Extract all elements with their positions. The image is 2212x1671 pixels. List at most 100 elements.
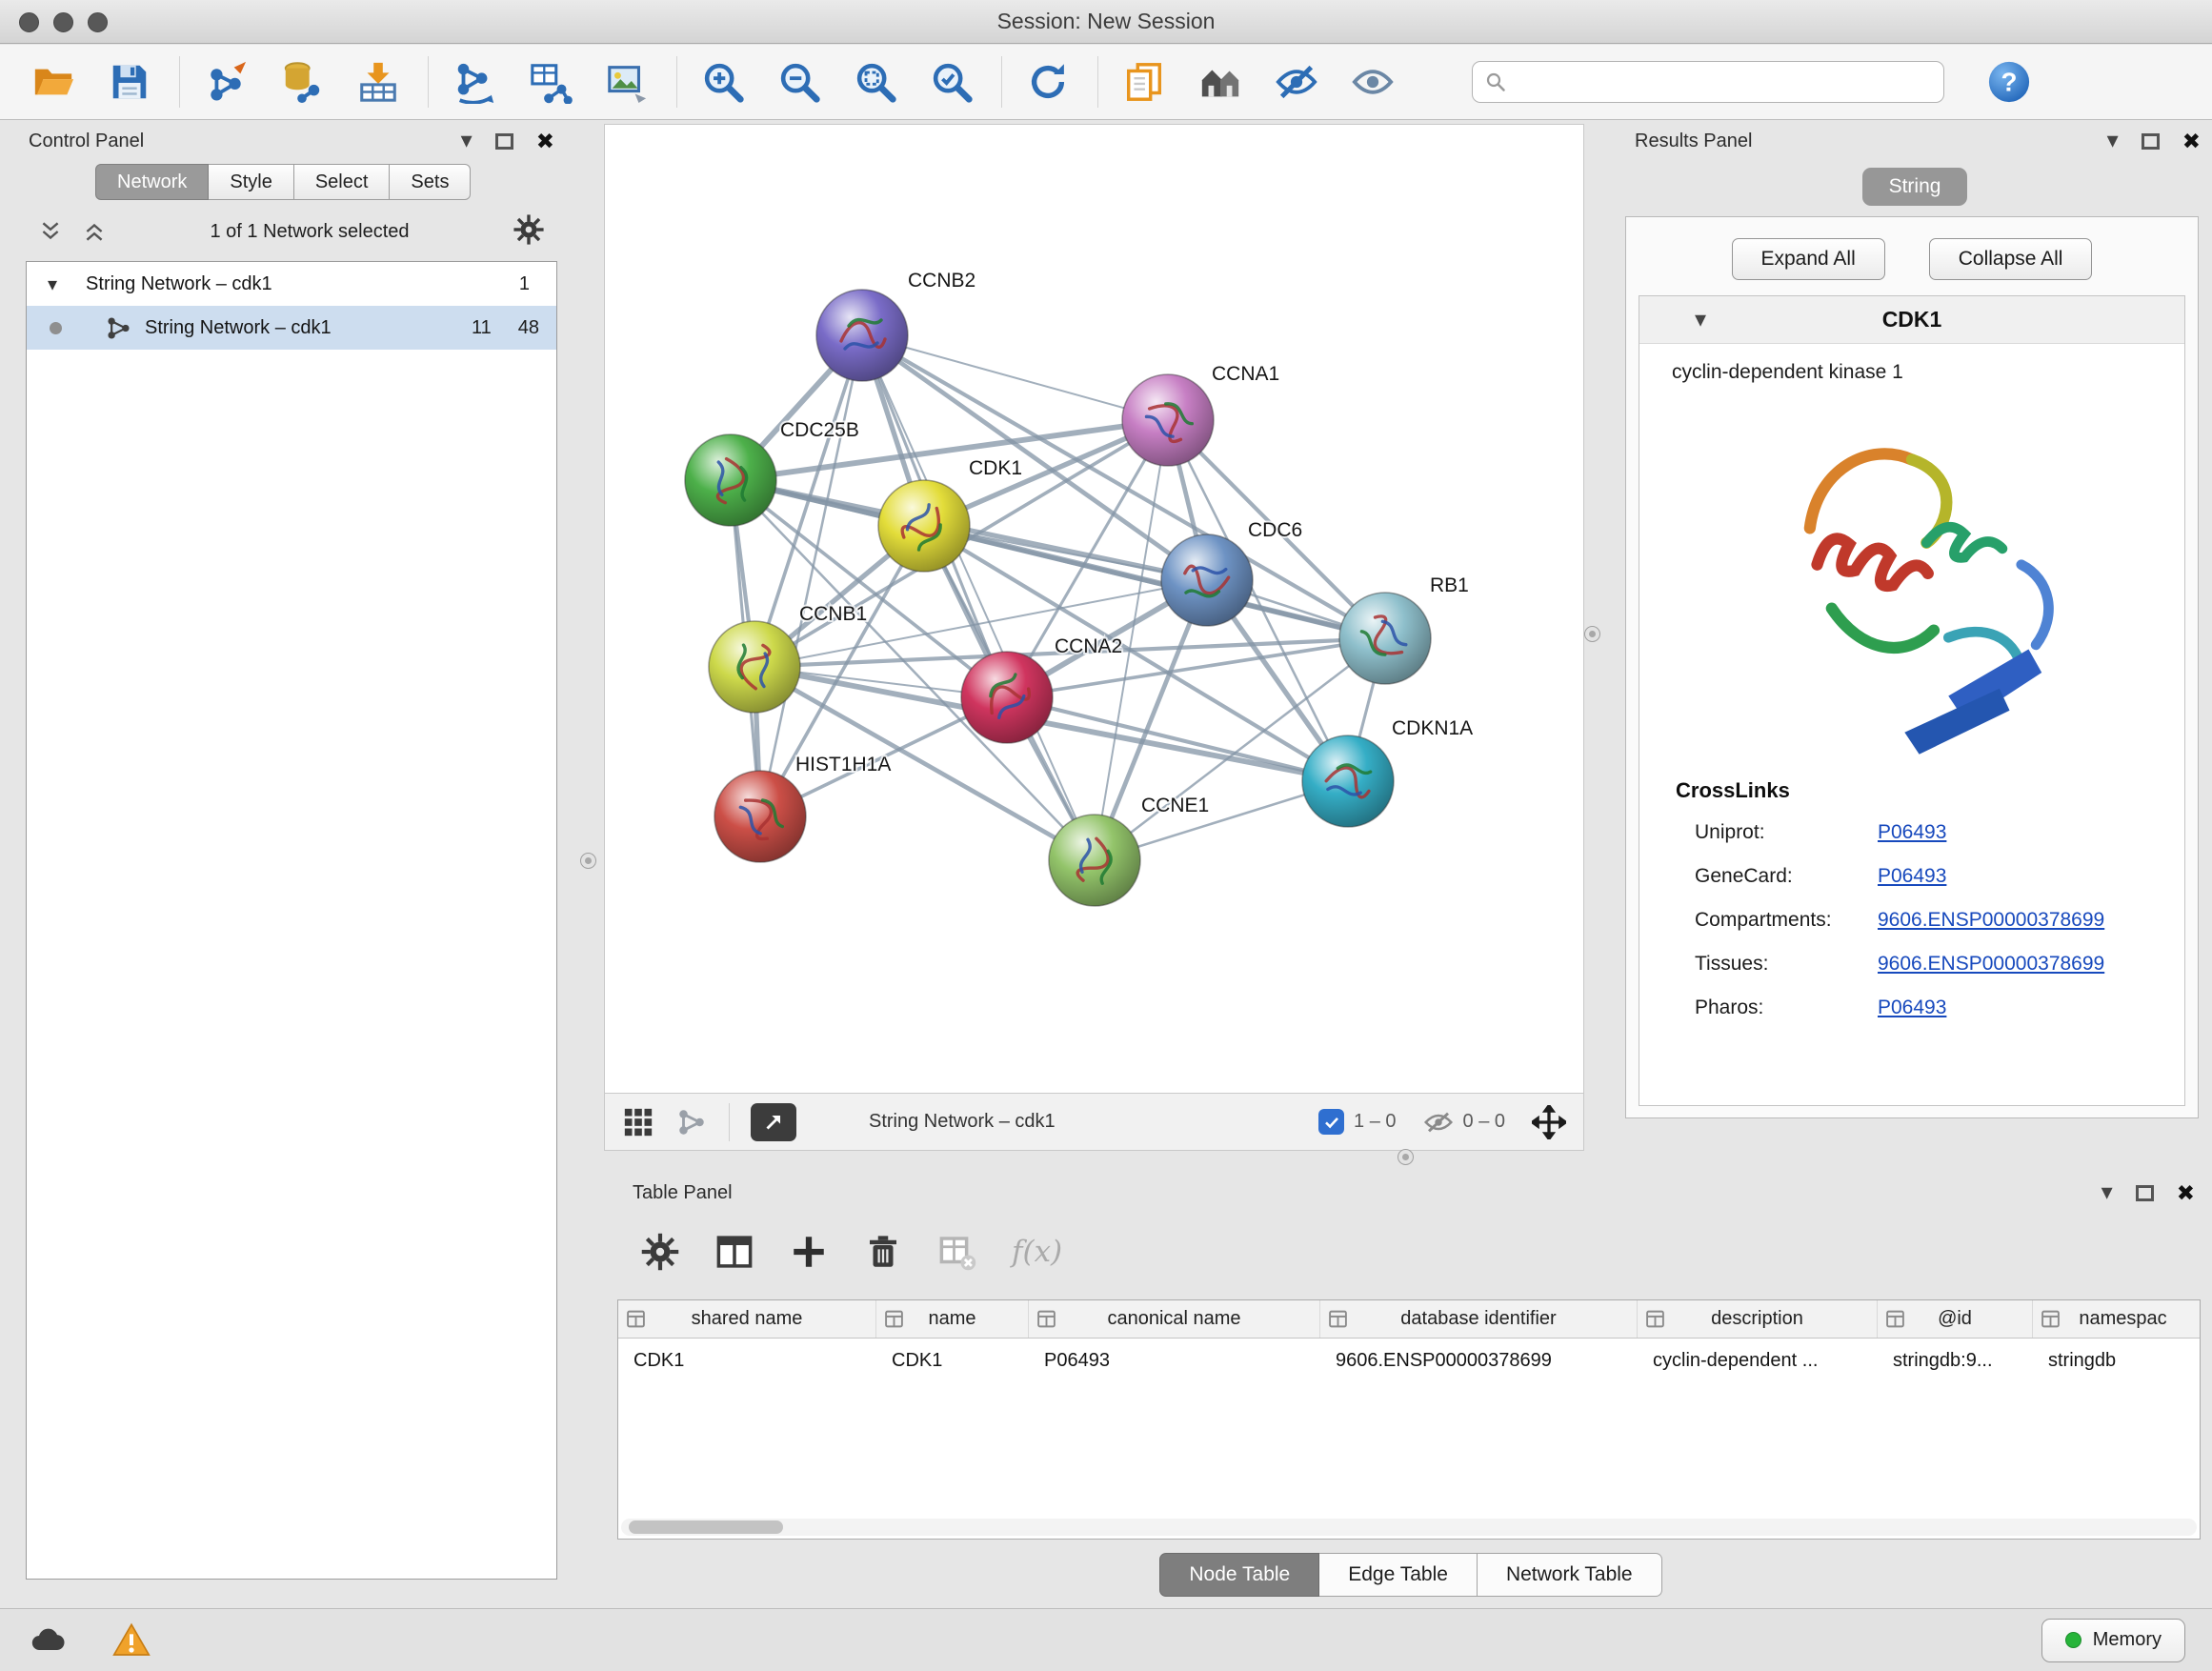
node-CDC6[interactable] [1161,534,1253,626]
import-network-file-button[interactable] [195,51,256,112]
panel-close-icon[interactable]: ✖ [2177,1182,2195,1204]
left-splitter-handle[interactable] [580,853,596,869]
column-header-id[interactable]: @id [1878,1300,2033,1338]
node-HIST1H1A[interactable] [714,771,806,862]
show-columns-icon[interactable] [714,1232,754,1272]
delete-table-icon[interactable] [937,1232,977,1272]
expand-all-icon[interactable] [82,219,107,244]
panel-menu-icon[interactable]: ▾ [461,130,473,152]
right-splitter-handle[interactable] [1584,626,1600,642]
column-header-name[interactable]: name [876,1300,1029,1338]
column-header-description[interactable]: description [1638,1300,1878,1338]
zoom-out-button[interactable] [769,51,830,112]
tab-node-table[interactable]: Node Table [1159,1553,1319,1597]
node-CDK1[interactable] [878,480,970,572]
network-edge-count: 48 [518,317,539,339]
crosslink-value-link[interactable]: 9606.ENSP00000378699 [1878,909,2104,932]
tab-network-table[interactable]: Network Table [1478,1553,1662,1597]
cloud-status-button[interactable] [27,1621,69,1660]
show-graphics-details-button[interactable] [1342,51,1403,112]
edge-CCNB2-CCNE1[interactable] [862,335,1095,860]
gene-entry-header[interactable]: ▾ CDK1 [1639,296,2184,344]
node-CDKN1A[interactable] [1302,735,1394,827]
panel-close-icon[interactable]: ✖ [2182,131,2201,152]
edge-CCNB2-CCNA1[interactable] [862,335,1168,420]
export-image-button[interactable] [596,51,657,112]
panel-close-icon[interactable]: ✖ [536,131,554,152]
crosslink-value-link[interactable]: P06493 [1878,821,1946,844]
expand-all-button[interactable]: Expand All [1732,238,1885,280]
table-row[interactable]: CDK1CDK1P064939606.ENSP00000378699cyclin… [618,1339,2200,1382]
zoom-in-icon [701,60,745,104]
network-options-button[interactable] [513,213,553,251]
node-CCNA2[interactable] [961,652,1053,743]
function-builder-button[interactable]: f(x) [1012,1235,1062,1269]
new-network-button[interactable] [444,51,505,112]
zoom-fit-button[interactable] [845,51,906,112]
node-CCNE1[interactable] [1049,815,1140,906]
node-CCNA1[interactable] [1122,374,1214,466]
panel-menu-icon[interactable]: ▾ [2107,130,2119,152]
tab-edge-table[interactable]: Edge Table [1319,1553,1478,1597]
crosslink-value-link[interactable]: 9606.ENSP00000378699 [1878,953,2104,976]
scrollbar-thumb[interactable] [629,1520,783,1534]
tab-select[interactable]: Select [294,164,391,200]
zoom-selected-button[interactable] [921,51,982,112]
tree-expander-icon[interactable]: ▾ [48,272,57,296]
selected-indicator-checkbox[interactable] [1318,1109,1344,1135]
zoom-fit-icon [854,60,897,104]
network-collection-row[interactable]: ▾ String Network – cdk1 1 [27,262,556,306]
table-horizontal-scrollbar[interactable] [621,1519,2197,1536]
crosslink-value-link[interactable]: P06493 [1878,865,1946,888]
crosslink-value-link[interactable]: P06493 [1878,997,1946,1019]
column-header-database-identifier[interactable]: database identifier [1320,1300,1638,1338]
tab-network[interactable]: Network [95,164,209,200]
grid-view-button[interactable] [622,1106,654,1138]
panel-float-icon[interactable] [2136,1185,2154,1201]
search-input[interactable] [1517,71,1932,93]
network-from-table-button[interactable] [520,51,581,112]
refresh-layout-button[interactable] [1017,51,1078,112]
collapse-all-button[interactable]: Collapse All [1929,238,2093,280]
import-table-button[interactable] [348,51,409,112]
network-view-button[interactable] [675,1106,708,1138]
window-zoom-button[interactable] [88,12,108,32]
network-row[interactable]: String Network – cdk1 11 48 [27,306,556,350]
show-all-panels-button[interactable] [1190,51,1251,112]
tab-sets[interactable]: Sets [390,164,471,200]
tab-style[interactable]: Style [209,164,293,200]
edge-CCNB2-HIST1H1A[interactable] [760,335,862,816]
table-cell: cyclin-dependent ... [1638,1339,1878,1382]
delete-column-trash-icon[interactable] [863,1232,903,1272]
results-tab-string[interactable]: String [1862,168,1968,206]
memory-button[interactable]: Memory [2041,1619,2185,1662]
column-header-namespac[interactable]: namespac [2033,1300,2201,1338]
hide-selected-button[interactable] [1266,51,1327,112]
node-CDC25B[interactable] [685,434,776,526]
panel-menu-icon[interactable]: ▾ [2101,1181,2113,1204]
node-CCNB2[interactable] [816,290,908,381]
column-header-canonical-name[interactable]: canonical name [1029,1300,1320,1338]
zoom-in-button[interactable] [693,51,754,112]
pan-crosshair-icon[interactable] [1532,1105,1566,1139]
node-RB1[interactable] [1339,593,1431,684]
panel-float-icon[interactable] [2142,133,2160,150]
open-session-button[interactable] [23,51,84,112]
clone-network-button[interactable] [1114,51,1175,112]
birds-eye-view-button[interactable] [751,1103,796,1141]
bottom-splitter-handle[interactable] [1398,1149,1414,1165]
node-CCNB1[interactable] [709,621,800,713]
collapse-entry-icon[interactable]: ▾ [1695,309,1706,332]
network-canvas[interactable]: CCNB2CCNA1CDC25BCDK1CDC6RB1CCNB1CCNA2CDK… [605,125,1583,1093]
column-header-shared-name[interactable]: shared name [618,1300,876,1338]
save-session-button[interactable] [99,51,160,112]
help-button[interactable]: ? [1979,51,2040,112]
add-column-plus-icon[interactable] [789,1232,829,1272]
window-minimize-button[interactable] [53,12,73,32]
window-close-button[interactable] [19,12,39,32]
panel-float-icon[interactable] [495,133,513,150]
warnings-button[interactable] [111,1621,152,1660]
table-settings-gear-icon[interactable] [640,1232,680,1272]
collapse-all-icon[interactable] [38,219,63,244]
import-network-database-button[interactable] [271,51,332,112]
